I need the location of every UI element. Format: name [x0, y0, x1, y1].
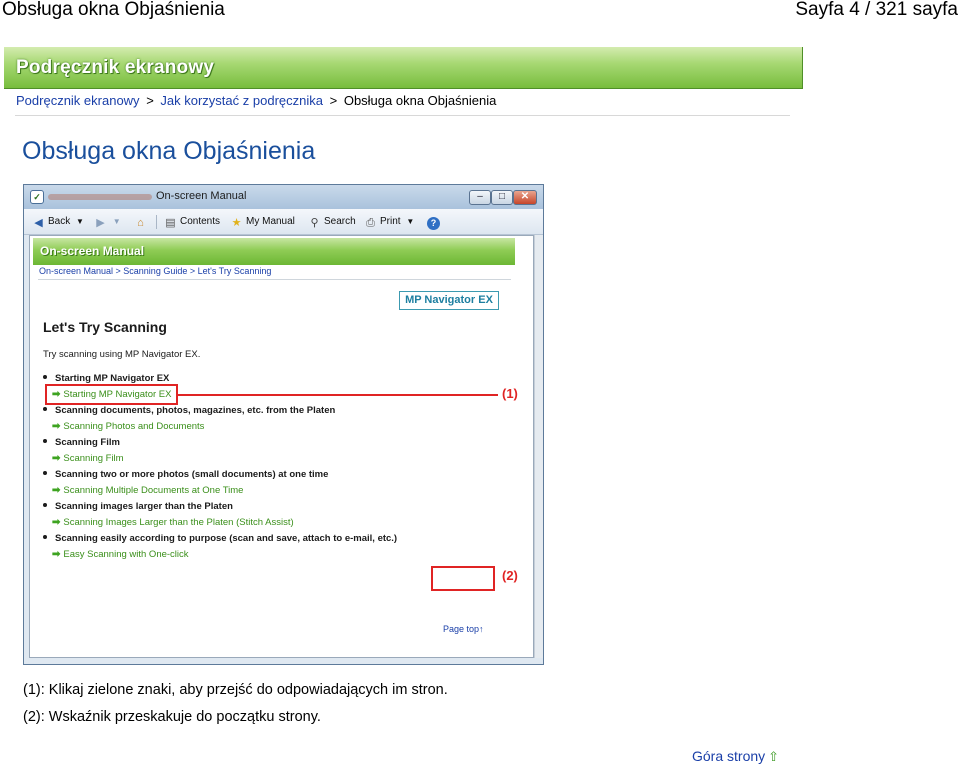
toolbar-divider — [156, 215, 157, 229]
breadcrumb-divider — [15, 115, 790, 116]
bullet-icon — [43, 535, 47, 540]
green-arrow-icon: ➡ — [52, 485, 61, 496]
print-header: Obsługa okna Objaśnienia Sayfa 4 / 321 s… — [0, 0, 960, 26]
contents-button: ▤ Contents — [164, 214, 220, 230]
breadcrumb-link-home[interactable]: Podręcznik ekranowy — [16, 93, 140, 108]
list-item: Scanning images larger than the Platen — [40, 500, 233, 514]
dropdown-icon: ▼ — [406, 217, 415, 226]
print-label: Print — [380, 216, 401, 227]
blurred-app-name — [48, 194, 152, 200]
green-arrow-icon: ➡ — [52, 517, 61, 528]
help-icon: ? — [427, 217, 440, 230]
screenshot-breadcrumb: On-screen Manual > Scanning Guide > Let'… — [39, 266, 272, 276]
list-item: Scanning documents, photos, magazines, e… — [40, 404, 335, 418]
print-button: ⎙ Print ▼ — [364, 214, 414, 230]
list-item-link: ➡ Scanning Photos and Documents — [52, 421, 205, 432]
screenshot-titlebar: ✓ On-screen Manual – □ ✕ — [24, 185, 543, 209]
my-manual-button: ★ My Manual — [230, 214, 295, 230]
caption-1: (1): Klikaj zielone znaki, aby przejść d… — [23, 682, 448, 698]
mp-navigator-badge: MP Navigator EX — [399, 291, 499, 310]
bullet-icon — [43, 503, 47, 508]
bullet-icon — [43, 471, 47, 476]
bullet-icon — [43, 407, 47, 412]
screenshot-breadcrumb-divider — [38, 279, 511, 280]
up-arrow-icon: ⇧ — [768, 749, 780, 764]
minimize-icon: – — [469, 190, 491, 205]
page-title: Obsługa okna Objaśnienia — [22, 137, 316, 165]
print-page-counter: Sayfa 4 / 321 sayfa — [795, 0, 958, 20]
dropdown-icon: ▼ — [112, 217, 121, 226]
forward-arrow-icon: ▶ — [96, 217, 105, 229]
list-item-link: ➡ Scanning Images Larger than the Platen … — [52, 517, 294, 528]
manual-banner-title: Podręcznik ekranowy — [16, 57, 215, 78]
list-item-link: ➡ Easy Scanning with One-click — [52, 549, 189, 560]
maximize-icon: □ — [491, 190, 513, 205]
list-item: Scanning two or more photos (small docum… — [40, 468, 328, 482]
screenshot-window-title: On-screen Manual — [156, 190, 247, 202]
help-window-screenshot: ✓ On-screen Manual – □ ✕ ◀ Back ▼ ▶ ▼ ⌂ ▤… — [23, 184, 544, 665]
app-icon: ✓ — [30, 190, 44, 204]
screenshot-intro: Try scanning using MP Navigator EX. — [43, 349, 201, 360]
close-icon: ✕ — [513, 190, 537, 205]
printer-icon: ⎙ — [366, 217, 375, 229]
search-icon: ⚲ — [310, 217, 319, 229]
screenshot-page-top-link: Page top↑ — [443, 624, 484, 634]
screenshot-scrollbar — [534, 235, 543, 658]
breadcrumb-separator: > — [146, 93, 154, 108]
bullet-icon — [43, 439, 47, 444]
back-label: Back — [48, 216, 71, 227]
callout-line-1 — [178, 394, 498, 396]
back-button: ◀ Back ▼ — [32, 214, 84, 230]
green-arrow-icon: ➡ — [52, 453, 61, 464]
print-header-title: Obsługa okna Objaśnienia — [2, 0, 225, 20]
screenshot-banner: On-screen Manual — [33, 238, 515, 265]
screenshot-content: On-screen Manual On-screen Manual > Scan… — [29, 235, 534, 658]
breadcrumb-separator: > — [329, 93, 338, 108]
green-arrow-icon: ➡ — [52, 421, 61, 432]
breadcrumb-link-how-to-use[interactable]: Jak korzystać z podręcznika — [160, 93, 323, 108]
star-icon: ★ — [231, 217, 242, 229]
home-icon: ⌂ — [137, 217, 144, 229]
callout-box-1 — [45, 384, 178, 405]
forward-button: ▶ ▼ — [94, 214, 121, 230]
list-item: Scanning Film — [40, 436, 120, 450]
home-button: ⌂ — [134, 214, 150, 230]
screenshot-banner-title: On-screen Manual — [40, 244, 145, 258]
callout-label-1: (1) — [502, 386, 518, 401]
back-arrow-icon: ◀ — [34, 217, 43, 229]
back-to-top-label: Góra strony — [692, 748, 766, 764]
contents-icon: ▤ — [165, 217, 176, 229]
callout-label-2: (2) — [502, 568, 518, 583]
help-button: ? — [427, 214, 443, 230]
back-to-top-link[interactable]: Góra strony ⇧ — [692, 748, 779, 765]
search-label: Search — [324, 216, 356, 227]
dropdown-icon: ▼ — [76, 217, 84, 226]
breadcrumb: Podręcznik ekranowy > Jak korzystać z po… — [16, 93, 496, 108]
green-arrow-icon: ➡ — [52, 549, 61, 560]
list-item: Scanning easily according to purpose (sc… — [40, 532, 397, 546]
list-item-link: ➡ Scanning Multiple Documents at One Time — [52, 485, 244, 496]
callout-box-2 — [431, 566, 495, 591]
screenshot-heading: Let's Try Scanning — [43, 319, 167, 335]
search-button: ⚲ Search — [308, 214, 356, 230]
my-manual-label: My Manual — [246, 216, 295, 227]
list-item-link: ➡ Scanning Film — [52, 453, 124, 464]
screenshot-toolbar: ◀ Back ▼ ▶ ▼ ⌂ ▤ Contents ★ My Manual ⚲ Sear… — [24, 209, 543, 235]
breadcrumb-current: Obsługa okna Objaśnienia — [343, 93, 497, 108]
bullet-icon — [43, 375, 47, 380]
caption-2: (2): Wskaźnik przeskakuje do początku st… — [23, 709, 321, 725]
contents-label: Contents — [180, 216, 221, 227]
manual-banner: Podręcznik ekranowy — [4, 47, 803, 89]
